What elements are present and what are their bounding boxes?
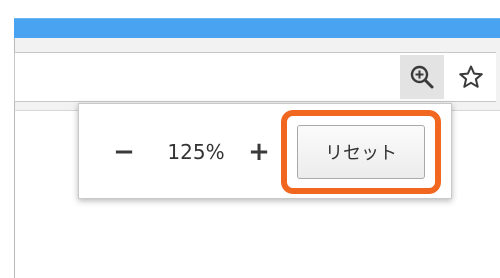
zoom-in-magnifier-icon: [410, 65, 434, 89]
title-bar: [14, 18, 500, 39]
bookmark-star-button[interactable]: [449, 55, 493, 99]
zoom-indicator-button[interactable]: [400, 55, 444, 99]
zoom-level-text: 125%: [167, 140, 225, 164]
browser-window: − 125% + リセット: [0, 0, 500, 278]
zoom-in-button[interactable]: +: [244, 132, 274, 172]
reset-button[interactable]: リセット: [297, 125, 425, 179]
zoom-popup: − 125% + リセット: [78, 103, 452, 199]
zoom-out-button[interactable]: −: [109, 132, 139, 172]
bookmark-star-icon: [459, 65, 483, 88]
